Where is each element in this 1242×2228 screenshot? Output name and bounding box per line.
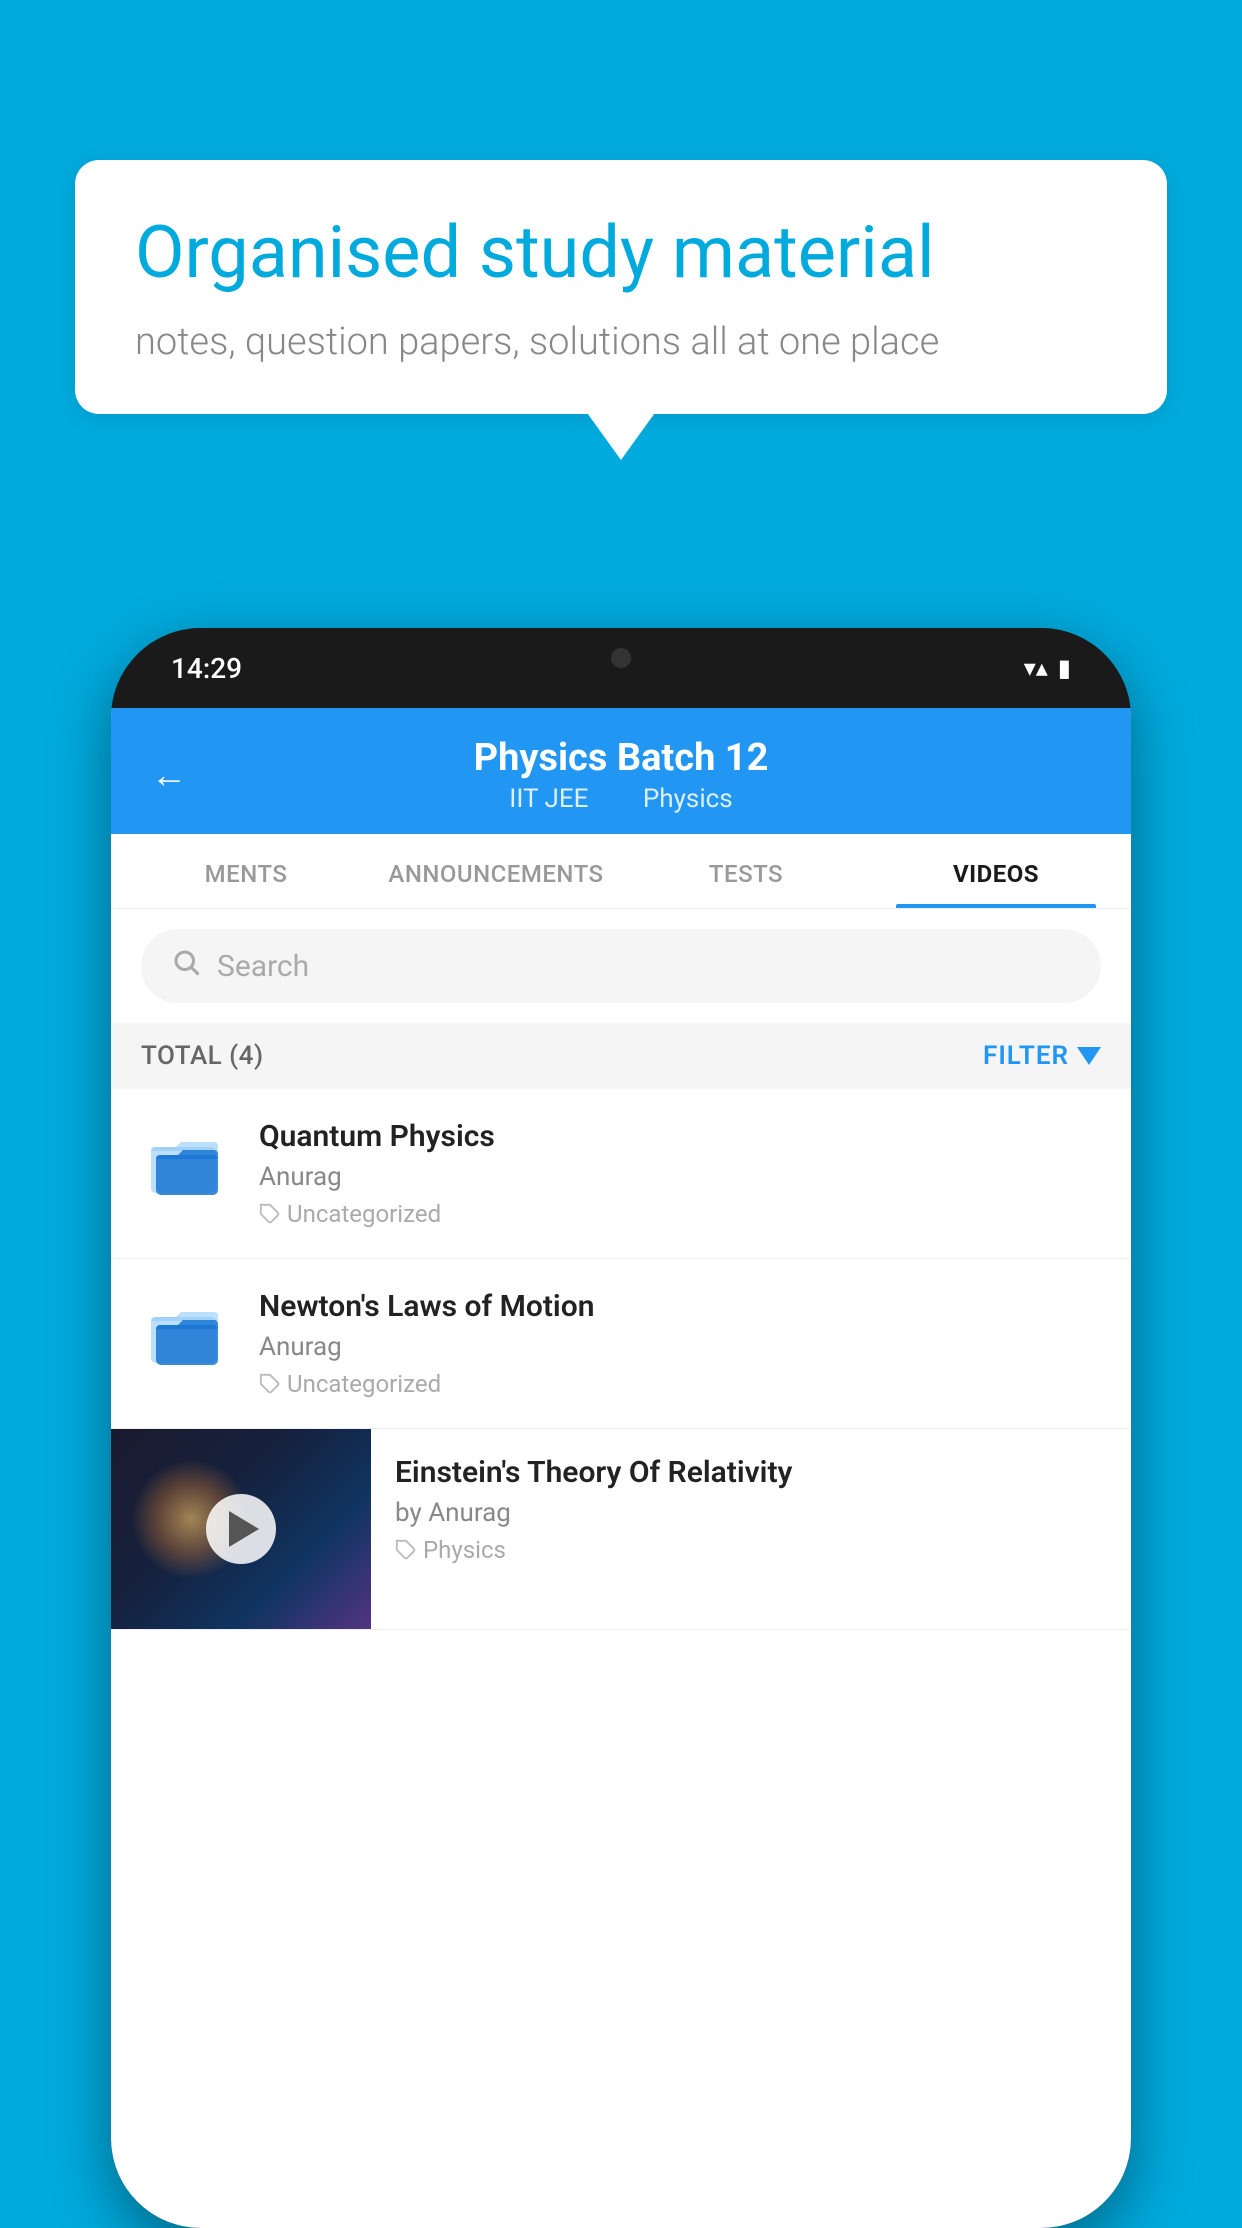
- thumbnail-image: [111, 1429, 371, 1629]
- item-content: Quantum Physics Anurag Uncategorized: [259, 1119, 1101, 1228]
- back-button[interactable]: ←: [151, 754, 187, 796]
- item-tag: Physics: [395, 1536, 1107, 1564]
- tab-tests[interactable]: TESTS: [621, 834, 871, 908]
- filter-row: TOTAL (4) FILTER: [111, 1023, 1131, 1089]
- play-icon: [229, 1511, 259, 1547]
- item-content: Newton's Laws of Motion Anurag Uncategor…: [259, 1289, 1101, 1398]
- header-subtitle: IIT JEE Physics: [474, 784, 769, 814]
- subtitle-part1: IIT JEE: [509, 784, 588, 814]
- tab-ments[interactable]: MENTS: [121, 834, 371, 908]
- phone-screen: ← Physics Batch 12 IIT JEE Physics MENTS…: [111, 708, 1131, 2228]
- phone-frame: 14:29 ▾▴ ▮ ← Physics Batch 12 IIT JEE Ph…: [111, 628, 1131, 2228]
- battery-icon: ▮: [1058, 654, 1071, 682]
- item-title: Quantum Physics: [259, 1119, 1101, 1154]
- speech-bubble: Organised study material notes, question…: [75, 160, 1167, 414]
- tab-announcements[interactable]: ANNOUNCEMENTS: [371, 834, 621, 908]
- status-time: 14:29: [171, 652, 242, 685]
- item-tag: Uncategorized: [259, 1370, 1101, 1398]
- status-icons: ▾▴ ▮: [1024, 654, 1071, 682]
- item-author: by Anurag: [395, 1498, 1107, 1528]
- header-title: Physics Batch 12: [474, 736, 769, 780]
- play-button[interactable]: [206, 1494, 276, 1564]
- filter-icon: [1077, 1047, 1101, 1065]
- folder-icon: [141, 1119, 231, 1209]
- search-input-wrapper[interactable]: Search: [141, 929, 1101, 1003]
- camera-dot: [611, 648, 631, 668]
- item-title: Newton's Laws of Motion: [259, 1289, 1101, 1324]
- search-bar: Search: [111, 909, 1131, 1023]
- headline: Organised study material: [135, 210, 1107, 296]
- app-header: ← Physics Batch 12 IIT JEE Physics: [111, 708, 1131, 834]
- subtext: notes, question papers, solutions all at…: [135, 320, 1107, 364]
- subtitle-part2: Physics: [643, 784, 733, 814]
- folder-icon: [141, 1289, 231, 1379]
- phone-notch: [571, 628, 671, 678]
- video-list: Quantum Physics Anurag Uncategorized: [111, 1089, 1131, 1630]
- wifi-icon: ▾▴: [1024, 654, 1048, 682]
- item-author: Anurag: [259, 1332, 1101, 1362]
- search-input[interactable]: Search: [217, 949, 309, 984]
- filter-button[interactable]: FILTER: [983, 1041, 1101, 1071]
- list-item[interactable]: Einstein's Theory Of Relativity by Anura…: [111, 1429, 1131, 1630]
- item-content: Einstein's Theory Of Relativity by Anura…: [371, 1429, 1131, 1590]
- item-tag: Uncategorized: [259, 1200, 1101, 1228]
- tab-videos[interactable]: VIDEOS: [871, 834, 1121, 908]
- item-title: Einstein's Theory Of Relativity: [395, 1455, 1107, 1490]
- list-item[interactable]: Newton's Laws of Motion Anurag Uncategor…: [111, 1259, 1131, 1429]
- item-author: Anurag: [259, 1162, 1101, 1192]
- header-content: Physics Batch 12 IIT JEE Physics: [474, 736, 769, 814]
- total-count: TOTAL (4): [141, 1041, 264, 1071]
- list-item[interactable]: Quantum Physics Anurag Uncategorized: [111, 1089, 1131, 1259]
- search-icon: [171, 947, 201, 985]
- tabs-bar: MENTS ANNOUNCEMENTS TESTS VIDEOS: [111, 834, 1131, 909]
- status-bar: 14:29 ▾▴ ▮: [111, 628, 1131, 708]
